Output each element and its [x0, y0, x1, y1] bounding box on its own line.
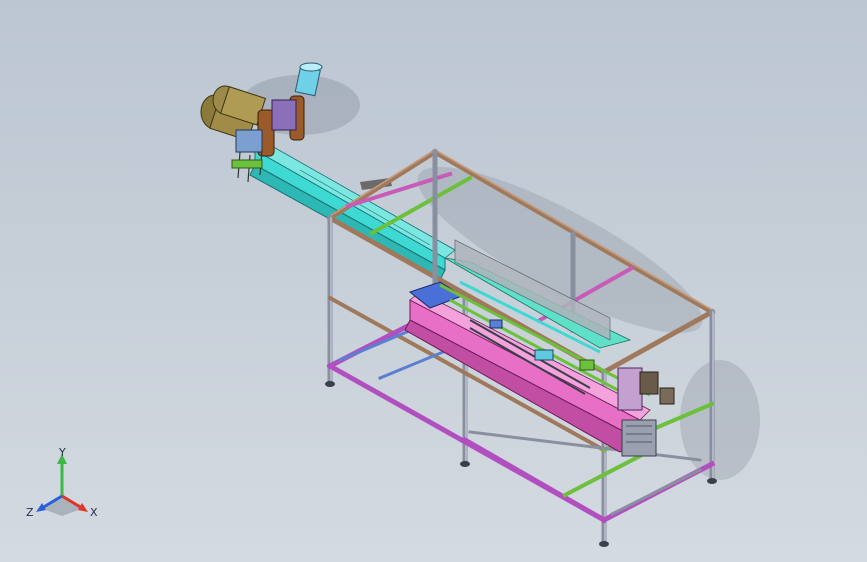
gear-housing — [271, 99, 297, 131]
model-viewport[interactable]: Y X Z — [0, 0, 867, 562]
z-axis-label: Z — [26, 506, 34, 519]
clamp-block — [534, 349, 554, 361]
y-axis-arrow — [57, 454, 67, 496]
feed-conveyor[interactable] — [249, 144, 456, 281]
sensor-block — [489, 319, 503, 329]
lower-housing — [235, 129, 263, 153]
guide-block — [579, 359, 595, 371]
coordinate-triad: Y X Z — [26, 446, 98, 519]
y-axis-label: Y — [58, 446, 66, 459]
x-axis-label: X — [90, 506, 98, 519]
cad-assembly-model[interactable] — [0, 0, 867, 562]
